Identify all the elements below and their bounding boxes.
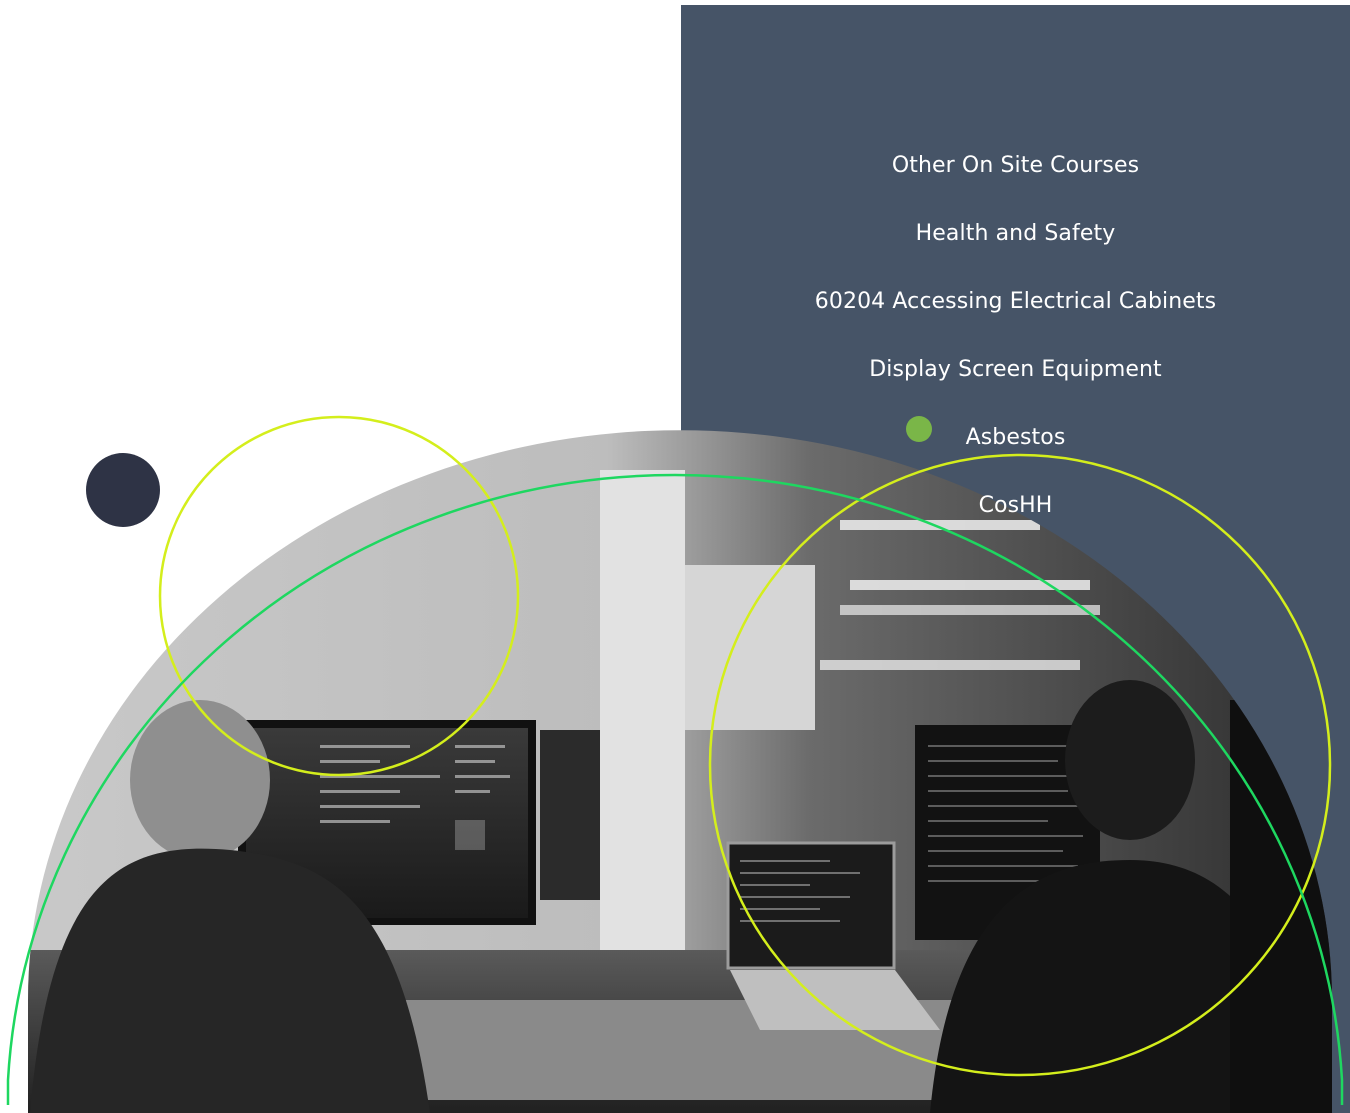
course-item-display-screen: Display Screen Equipment — [869, 357, 1162, 382]
course-item-health-and-safety: Health and Safety — [915, 221, 1116, 246]
course-item-electrical-cabinets: 60204 Accessing Electrical Cabinets — [814, 289, 1217, 314]
navy-dot — [86, 453, 160, 527]
course-item-other-on-site: Other On Site Courses — [891, 153, 1140, 178]
course-list: Other On Site Courses Health and Safety … — [681, 130, 1350, 538]
course-item-asbestos: Asbestos — [965, 425, 1066, 450]
page: Other On Site Courses Health and Safety … — [0, 0, 1350, 1113]
course-item-coshh: CosHH — [978, 493, 1053, 518]
